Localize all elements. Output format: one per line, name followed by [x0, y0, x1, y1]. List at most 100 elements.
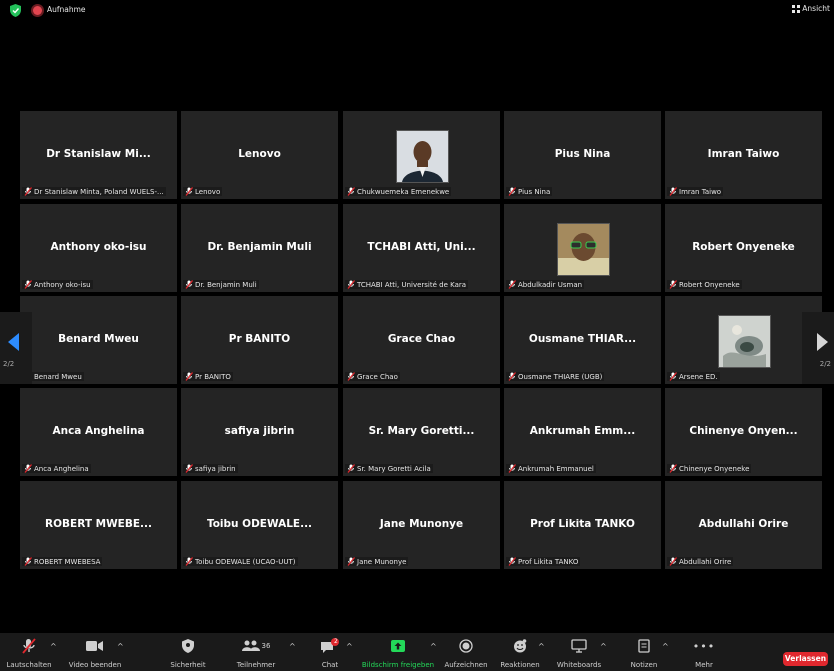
whiteboards-options-caret[interactable]: ^ [600, 642, 607, 651]
participant-name-label: Ousmane THIARE (UGB) [506, 372, 605, 381]
participant-tile[interactable]: Abdullahi Orire Abdullahi Orire [665, 481, 822, 569]
microphone-muted-icon [347, 187, 355, 196]
leave-button[interactable]: Verlassen [783, 652, 828, 666]
reactions-button[interactable]: Reaktionen [498, 633, 542, 671]
smiley-icon [508, 637, 532, 655]
participants-button[interactable]: 36 Teilnehmer [234, 633, 278, 671]
participant-tile[interactable]: Toibu ODEWALE... Toibu ODEWALE (UCAO-UUT… [181, 481, 338, 569]
participant-tile[interactable]: Dr. Benjamin Muli Dr. Benjamin Muli [181, 204, 338, 292]
reactions-options-caret[interactable]: ^ [538, 642, 545, 651]
participant-tile[interactable]: Pius Nina Pius Nina [504, 111, 661, 199]
participant-display-name: Prof Likita TANKO [530, 518, 635, 530]
participant-tile[interactable]: safiya jibrin safiya jibrin [181, 388, 338, 476]
microphone-muted-icon [185, 557, 193, 566]
participant-name-text: TCHABI Atti, Université de Kara [357, 280, 467, 289]
participant-name-label: ROBERT MWEBESA [22, 557, 103, 566]
participant-name-text: Abdullahi Orire [679, 557, 732, 566]
participant-display-name: Benard Mweu [58, 333, 139, 345]
share-screen-label: Bildschirm freigeben [361, 661, 435, 669]
security-button[interactable]: Sicherheit [168, 633, 208, 671]
participant-display-name: ROBERT MWEBE... [45, 518, 152, 530]
participant-name-text: Dr Stanislaw Minta, Poland WUELS-... [34, 187, 164, 196]
participant-name-text: Pius Nina [518, 187, 551, 196]
participant-tile[interactable]: Anthony oko-isu Anthony oko-isu [20, 204, 177, 292]
participant-name-label: Chinenye Onyeneke [667, 464, 752, 473]
video-options-caret[interactable]: ^ [117, 642, 124, 651]
share-options-caret[interactable]: ^ [430, 642, 437, 651]
participant-tile[interactable]: Imran Taiwo Imran Taiwo [665, 111, 822, 199]
participant-tile[interactable]: Grace Chao Grace Chao [343, 296, 500, 384]
view-button[interactable]: Ansicht [792, 4, 830, 13]
previous-page-button[interactable]: 2/2 [0, 312, 32, 384]
participant-tile[interactable]: Dr Stanislaw Mi... Dr Stanislaw Minta, P… [20, 111, 177, 199]
participant-display-name: Anca Anghelina [52, 425, 145, 437]
participant-tile[interactable]: Pr BANITO Pr BANITO [181, 296, 338, 384]
participant-tile[interactable]: Robert Onyeneke Robert Onyeneke [665, 204, 822, 292]
view-label: Ansicht [802, 4, 830, 13]
participant-tile[interactable]: Arsene ED. [665, 296, 822, 384]
notes-options-caret[interactable]: ^ [662, 642, 669, 651]
participant-avatar [396, 130, 449, 183]
mute-label: Lautschalten [6, 661, 52, 669]
participant-tile[interactable]: TCHABI Atti, Uni... TCHABI Atti, Univers… [343, 204, 500, 292]
chat-options-caret[interactable]: ^ [346, 642, 353, 651]
participants-options-caret[interactable]: ^ [289, 642, 296, 651]
share-screen-button[interactable]: Bildschirm freigeben [360, 633, 436, 671]
arrow-left-icon [8, 333, 19, 351]
participant-name-text: safiya jibrin [195, 464, 236, 473]
participant-display-name: Jane Munonye [379, 518, 464, 530]
participant-tile[interactable]: ROBERT MWEBE... ROBERT MWEBESA [20, 481, 177, 569]
participant-name-text: Lenovo [195, 187, 221, 196]
next-page-button[interactable]: 2/2 [802, 312, 834, 384]
participant-name-label: Arsene ED. [667, 372, 720, 381]
participant-tile[interactable]: Chinenye Onyen... Chinenye Onyeneke [665, 388, 822, 476]
stop-video-button[interactable]: Video beenden [66, 633, 124, 671]
microphone-muted-icon [508, 557, 516, 566]
participant-name-text: Sr. Mary Goretti Acila [357, 464, 431, 473]
participant-display-name: Dr. Benjamin Muli [207, 241, 312, 253]
microphone-muted-icon [508, 372, 516, 381]
participant-tile[interactable]: Anca Anghelina Anca Anghelina [20, 388, 177, 476]
participant-name-label: Sr. Mary Goretti Acila [345, 464, 433, 473]
more-button[interactable]: ••• Mehr [684, 633, 724, 671]
microphone-muted-icon [347, 464, 355, 473]
participant-name-text: Anca Anghelina [34, 464, 89, 473]
participant-name-label: Dr. Benjamin Muli [183, 280, 259, 289]
reactions-label: Reaktionen [500, 661, 540, 669]
participant-name-text: Ousmane THIARE (UGB) [518, 372, 603, 381]
participant-display-name: Toibu ODEWALE... [206, 518, 313, 530]
audio-options-caret[interactable]: ^ [50, 642, 57, 651]
notes-icon [632, 637, 656, 655]
participant-display-name: TCHABI Atti, Uni... [367, 241, 476, 253]
mute-button[interactable]: Lautschalten [4, 633, 54, 671]
participant-display-name: Ankrumah Emm... [529, 425, 636, 437]
participant-display-name: Abdullahi Orire [698, 518, 789, 530]
microphone-muted-icon [508, 280, 516, 289]
participant-name-text: Chinenye Onyeneke [679, 464, 750, 473]
shield-check-icon[interactable] [10, 4, 21, 17]
participant-name-text: Benard Mweu [34, 372, 82, 381]
microphone-muted-icon [24, 187, 32, 196]
participant-tile[interactable]: Abdulkadir Usman [504, 204, 661, 292]
participant-tile[interactable]: Jane Munonye Jane Munonye [343, 481, 500, 569]
participant-name-label: Abdullahi Orire [667, 557, 734, 566]
participant-tile[interactable]: Ousmane THIAR... Ousmane THIARE (UGB) [504, 296, 661, 384]
participant-tile[interactable]: Benard Mweu Benard Mweu [20, 296, 177, 384]
record-button[interactable]: Aufzeichnen [444, 633, 488, 671]
chat-icon: 2 [318, 637, 342, 655]
chat-button[interactable]: 2 Chat [312, 633, 348, 671]
participant-tile[interactable]: Prof Likita TANKO Prof Likita TANKO [504, 481, 661, 569]
participant-name-text: ROBERT MWEBESA [34, 557, 101, 566]
participant-display-name: Anthony oko-isu [50, 241, 147, 253]
participant-tile[interactable]: Sr. Mary Goretti... Sr. Mary Goretti Aci… [343, 388, 500, 476]
participant-name-text: Pr BANITO [195, 372, 231, 381]
participant-name-label: Abdulkadir Usman [506, 280, 585, 289]
participant-name-label: Ankrumah Emmanuel [506, 464, 596, 473]
participant-tile[interactable]: Ankrumah Emm... Ankrumah Emmanuel [504, 388, 661, 476]
participant-name-text: Anthony oko-isu [34, 280, 91, 289]
microphone-muted-icon [24, 464, 32, 473]
notes-button[interactable]: Notizen [622, 633, 666, 671]
participant-tile[interactable]: Chukwuemeka Emenekwe [343, 111, 500, 199]
participant-tile[interactable]: Lenovo Lenovo [181, 111, 338, 199]
whiteboards-button[interactable]: Whiteboards [552, 633, 606, 671]
